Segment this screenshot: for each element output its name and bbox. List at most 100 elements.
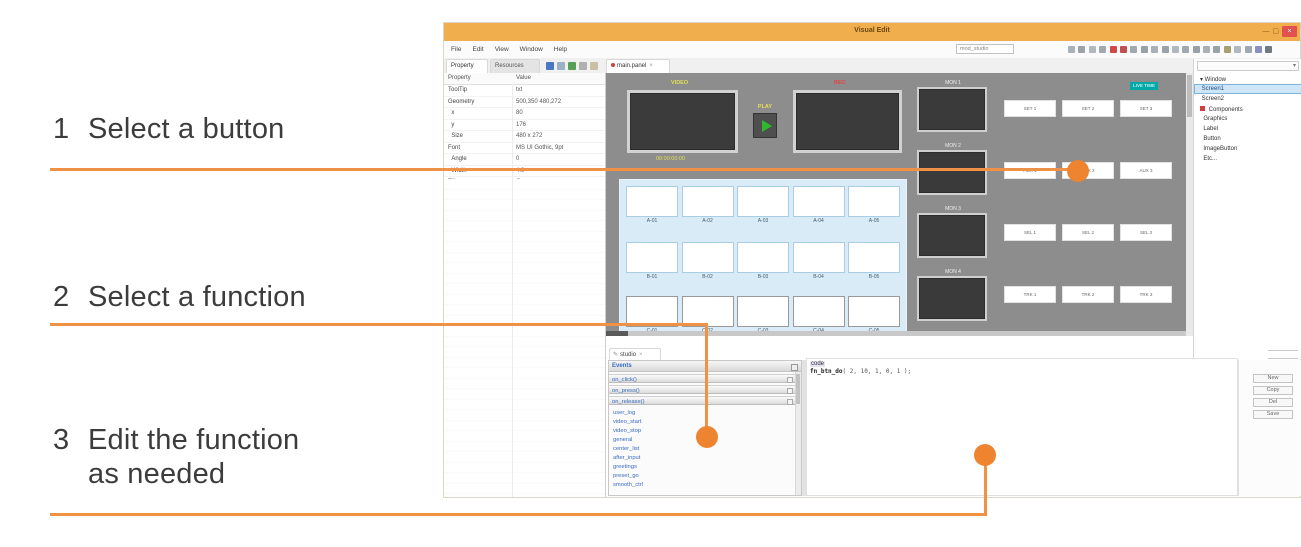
toolbar-icon[interactable] bbox=[1141, 46, 1148, 53]
toolbar-icon[interactable] bbox=[1099, 46, 1106, 53]
function-list-scrollbar[interactable] bbox=[795, 372, 801, 495]
tree-item[interactable]: Etc... bbox=[1194, 154, 1301, 164]
tab-property[interactable]: Property bbox=[446, 59, 488, 73]
panel-button[interactable]: SET 2 bbox=[1062, 100, 1114, 117]
panel-button[interactable]: SET 3 bbox=[1120, 100, 1172, 117]
keypad-button[interactable] bbox=[848, 296, 900, 327]
menu-item[interactable]: View bbox=[495, 46, 509, 53]
toolbar-icon[interactable] bbox=[1120, 46, 1127, 53]
scrollbar-thumb[interactable] bbox=[796, 374, 800, 404]
menu-item[interactable]: Edit bbox=[472, 46, 483, 53]
toolbar-icon[interactable] bbox=[1255, 46, 1262, 53]
panel-toolbar-icon[interactable] bbox=[568, 62, 576, 70]
function-item[interactable]: greetings bbox=[609, 463, 801, 472]
code-line[interactable]: fn_btn_do( 2, 10, 1, 0, 1 ); bbox=[810, 368, 1237, 375]
toolbar-icon[interactable] bbox=[1172, 46, 1179, 53]
panel-button[interactable]: SEL 1 bbox=[1004, 224, 1056, 241]
monitor-screen[interactable] bbox=[917, 150, 987, 195]
property-row[interactable]: y 176 bbox=[444, 120, 605, 132]
property-row[interactable]: Geometry 500,350 480,272 bbox=[444, 97, 605, 109]
property-value[interactable]: MS UI Gothic, 9pt bbox=[512, 143, 563, 154]
close-tab-icon[interactable]: × bbox=[649, 63, 653, 69]
toolbar-icon[interactable] bbox=[1130, 46, 1137, 53]
property-row[interactable]: Size 480 x 272 bbox=[444, 131, 605, 143]
toolbar-icon[interactable] bbox=[1089, 46, 1096, 53]
function-item[interactable]: smooth_ctrl bbox=[609, 481, 801, 490]
panel-button[interactable]: TRK 2 bbox=[1062, 286, 1114, 303]
tree-item[interactable]: Button bbox=[1194, 134, 1301, 144]
panel-button[interactable]: TRK 3 bbox=[1120, 286, 1172, 303]
toolbar-icon[interactable] bbox=[1234, 46, 1241, 53]
editor-side-button[interactable]: Copy bbox=[1253, 386, 1293, 395]
panel-button[interactable]: SET 1 bbox=[1004, 100, 1056, 117]
monitor-screen[interactable] bbox=[917, 87, 987, 132]
toolbar-icon[interactable] bbox=[1068, 46, 1075, 53]
property-value[interactable]: 80 bbox=[512, 108, 523, 119]
panel-button[interactable]: AUX 3 bbox=[1120, 162, 1172, 179]
editor-side-button[interactable]: New bbox=[1253, 374, 1293, 383]
keypad-button[interactable] bbox=[737, 296, 789, 327]
keypad-button[interactable] bbox=[793, 296, 845, 327]
toolbar-icon[interactable] bbox=[1078, 46, 1085, 53]
property-row[interactable]: x 80 bbox=[444, 108, 605, 120]
tab-studio[interactable]: ✎studio× bbox=[609, 348, 661, 360]
tree-item[interactable]: Screen1 bbox=[1194, 84, 1301, 94]
tree-item[interactable]: Graphics bbox=[1194, 114, 1301, 124]
design-canvas[interactable]: VIDEO 00:00:00:00 PLAY REC MON 1 MON 2 bbox=[606, 73, 1186, 336]
toolbar-icon[interactable] bbox=[1162, 46, 1169, 53]
keypad-button[interactable] bbox=[626, 186, 678, 217]
panel-toolbar-icon[interactable] bbox=[546, 62, 554, 70]
panel-button[interactable]: TRK 1 bbox=[1004, 286, 1056, 303]
tab-main-panel[interactable]: main.panel× bbox=[606, 59, 670, 73]
panel-toolbar-icon[interactable] bbox=[557, 62, 565, 70]
close-tab-icon[interactable]: × bbox=[639, 352, 643, 358]
function-item[interactable]: preset_go bbox=[609, 472, 801, 481]
property-value[interactable]: 0 bbox=[512, 154, 519, 165]
minimize-button[interactable]: — bbox=[1262, 26, 1269, 37]
tab-resources[interactable]: Resources bbox=[490, 59, 540, 73]
menu-item[interactable]: Help bbox=[554, 46, 567, 53]
keypad-button[interactable] bbox=[682, 242, 734, 273]
keypad-button[interactable] bbox=[626, 242, 678, 273]
search-input[interactable]: mod_studio bbox=[956, 44, 1014, 54]
keypad-button[interactable] bbox=[737, 242, 789, 273]
toolbar-icon[interactable] bbox=[1224, 46, 1231, 53]
property-row[interactable]: ToolTip txt bbox=[444, 85, 605, 97]
function-item[interactable]: after_input bbox=[609, 454, 801, 463]
resize-grip[interactable] bbox=[1268, 350, 1298, 359]
maximize-button[interactable]: ▢ bbox=[1272, 26, 1279, 37]
monitor-screen[interactable] bbox=[917, 213, 987, 258]
toolbar-icon[interactable] bbox=[1193, 46, 1200, 53]
keypad-button[interactable] bbox=[848, 186, 900, 217]
keypad-button[interactable] bbox=[737, 186, 789, 217]
property-row[interactable]: Font MS UI Gothic, 9pt bbox=[444, 143, 605, 155]
editor-side-button[interactable]: Save bbox=[1253, 410, 1293, 419]
menu-item[interactable]: Window bbox=[520, 46, 543, 53]
close-button[interactable]: × bbox=[1282, 26, 1297, 37]
toolbar-icon[interactable] bbox=[1213, 46, 1220, 53]
panel-button[interactable]: SEL 3 bbox=[1120, 224, 1172, 241]
toolbar-icon[interactable] bbox=[1265, 46, 1272, 53]
property-value[interactable]: 176 bbox=[512, 120, 526, 131]
scrollbar-thumb[interactable] bbox=[1187, 75, 1192, 117]
menu-item[interactable]: File bbox=[451, 46, 461, 53]
scrollbar-thumb[interactable] bbox=[606, 331, 628, 336]
tree-item[interactable]: ImageButton bbox=[1194, 144, 1301, 154]
panel-toolbar-icon[interactable] bbox=[579, 62, 587, 70]
panel-toolbar-icon[interactable] bbox=[590, 62, 598, 70]
video-screen[interactable] bbox=[627, 90, 738, 153]
keypad-button[interactable] bbox=[793, 242, 845, 273]
toolbar-icon[interactable] bbox=[1110, 46, 1117, 53]
toolbar-icon[interactable] bbox=[1151, 46, 1158, 53]
toolbar-icon[interactable] bbox=[1203, 46, 1210, 53]
keypad-button[interactable] bbox=[793, 186, 845, 217]
toolbar-icon[interactable] bbox=[1182, 46, 1189, 53]
property-value[interactable]: 500,350 480,272 bbox=[512, 97, 561, 108]
tree-item[interactable]: ▾ Window bbox=[1194, 74, 1301, 84]
editor-side-button[interactable]: Del bbox=[1253, 398, 1293, 407]
tree-filter-combo[interactable]: ▾ bbox=[1197, 61, 1299, 71]
keypad-button[interactable] bbox=[682, 186, 734, 217]
code-editor[interactable]: code fn_btn_do( 2, 10, 1, 0, 1 ); bbox=[806, 358, 1238, 496]
tree-item[interactable]: Components bbox=[1194, 104, 1301, 114]
horizontal-scrollbar[interactable] bbox=[606, 331, 1186, 336]
